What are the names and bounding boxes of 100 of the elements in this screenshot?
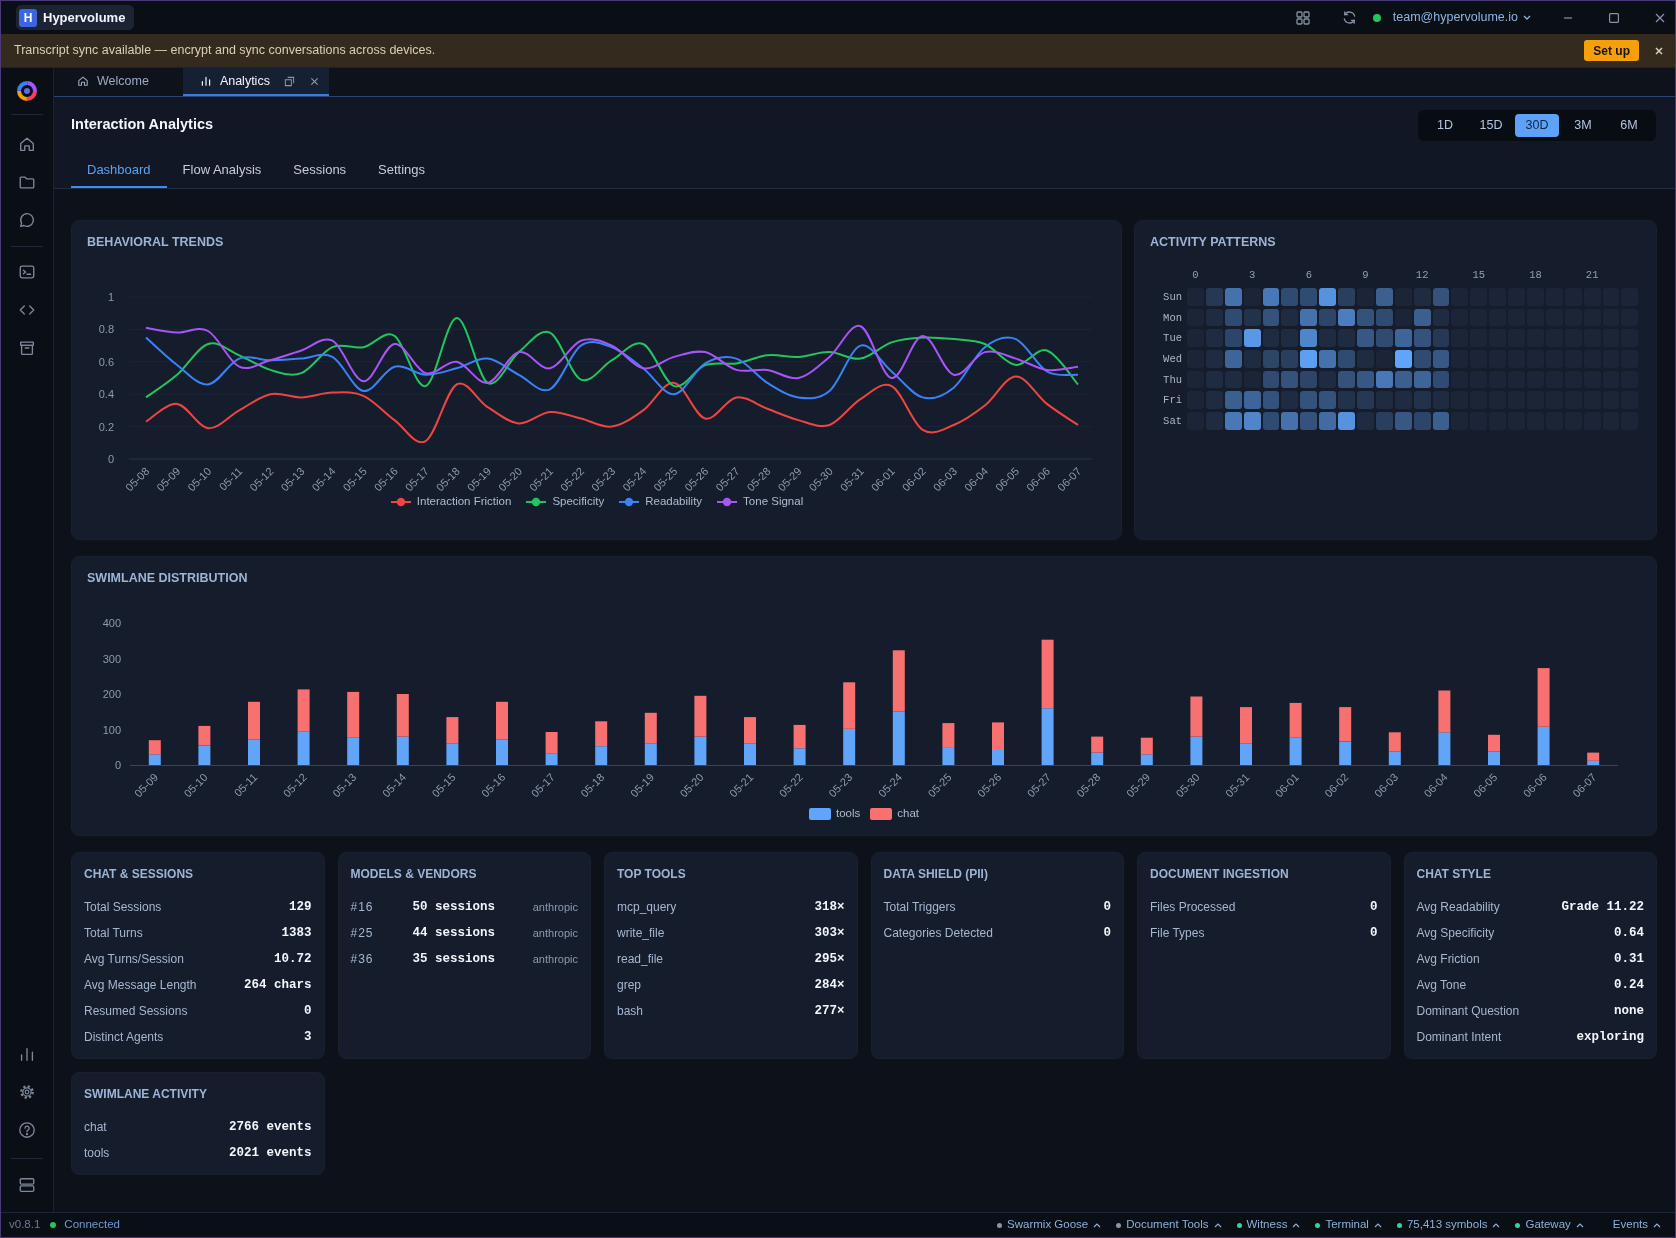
close-icon[interactable] — [309, 76, 319, 86]
range-button[interactable]: 3M — [1561, 113, 1605, 137]
stat-value: 129 — [289, 898, 312, 916]
stat-value: 0 — [1103, 924, 1111, 942]
card-title: SWIMLANE ACTIVITY — [84, 1086, 208, 1103]
card-title: MODELS & VENDORS — [350, 866, 478, 883]
home-icon[interactable] — [18, 135, 36, 153]
stat-label: Total Triggers — [883, 899, 956, 916]
status-item[interactable]: Gateway — [1515, 1216, 1584, 1234]
grid-icon[interactable] — [1295, 10, 1310, 25]
refresh-icon[interactable] — [1341, 10, 1357, 25]
nav-tab[interactable]: Flow Analysis — [166, 153, 278, 188]
stat-value: 303× — [814, 924, 845, 942]
stat-value: 295× — [814, 950, 845, 968]
caret-icon — [1523, 15, 1531, 20]
stat-label: File Types — [1150, 925, 1205, 942]
stat-label: Avg Specificity — [1416, 925, 1495, 942]
stat-label: write_file — [617, 925, 665, 942]
settings-icon[interactable] — [18, 1083, 36, 1101]
day-label: Sat — [1163, 413, 1183, 428]
status-dot-icon — [50, 1222, 57, 1228]
range-button[interactable]: 6M — [1607, 113, 1651, 137]
axis-label: 12 — [1415, 268, 1429, 282]
nav-tab[interactable]: Sessions — [277, 153, 363, 188]
caret-icon — [1492, 1222, 1501, 1228]
help-icon[interactable] — [18, 1121, 36, 1139]
stat-value: none — [1614, 1002, 1644, 1020]
bar-chart-icon[interactable] — [18, 1045, 36, 1063]
status-item[interactable]: 75,413 symbols — [1396, 1216, 1501, 1234]
version-label: v0.8.1 — [9, 1217, 41, 1233]
axis-label: 0.6 — [98, 355, 114, 368]
stat-label: Files Processed — [1150, 899, 1236, 916]
maximize-icon[interactable] — [1609, 12, 1619, 23]
editor-tab[interactable]: Analytics — [182, 68, 329, 96]
vendor-name: anthropic — [532, 925, 578, 941]
card-title: DATA SHIELD (PII) — [883, 866, 989, 883]
stat-value: 0.24 — [1614, 976, 1644, 994]
status-item[interactable]: Swarmix Goose — [997, 1216, 1102, 1234]
account-menu[interactable]: team@hypervolume.io — [1388, 8, 1535, 27]
stat-value: 277× — [814, 1002, 845, 1020]
stat-label: Categories Detected — [883, 925, 993, 942]
status-item[interactable]: Terminal — [1315, 1216, 1382, 1234]
editor-tab[interactable]: Welcome — [66, 68, 171, 96]
folder-icon[interactable] — [18, 173, 36, 191]
stat-label: Distinct Agents — [84, 1029, 164, 1046]
close-icon[interactable] — [1655, 46, 1663, 55]
caret-icon — [1575, 1222, 1584, 1228]
close-icon[interactable] — [1655, 12, 1665, 23]
restore-icon[interactable] — [283, 75, 295, 87]
day-label: Mon — [1163, 310, 1183, 325]
home-icon — [77, 75, 89, 87]
card-title: SWIMLANE DISTRIBUTION — [87, 570, 249, 587]
terminal-icon[interactable] — [18, 263, 36, 281]
stat-label: Dominant Question — [1416, 1003, 1520, 1020]
day-label: Thu — [1163, 372, 1183, 387]
stat-label: Avg Turns/Session — [84, 951, 184, 968]
status-item[interactable]: Document Tools — [1116, 1216, 1222, 1234]
legend-label: Interaction Friction — [416, 494, 512, 509]
caret-icon — [1292, 1222, 1301, 1228]
page-title: Interaction Analytics — [71, 115, 214, 135]
setup-button[interactable]: Set up — [1584, 40, 1639, 61]
axis-label: 0.2 — [98, 420, 114, 433]
card-title: CHAT & SESSIONS — [84, 866, 195, 883]
range-button[interactable]: 15D — [1469, 113, 1513, 137]
chat-icon[interactable] — [18, 211, 36, 229]
connection-status: Connected — [64, 1217, 120, 1233]
axis-label: 300 — [102, 652, 121, 665]
session-count: 44 sessions — [412, 924, 495, 942]
box-icon[interactable] — [18, 339, 36, 357]
nav-tab[interactable]: Settings — [362, 153, 442, 188]
model-rank: #16 — [350, 899, 375, 916]
day-label: Fri — [1163, 393, 1183, 408]
axis-label: 0 — [1192, 268, 1199, 282]
axis-label: 1 — [107, 291, 114, 303]
axis-label: 9 — [1362, 268, 1369, 282]
range-button[interactable]: 1D — [1423, 113, 1467, 137]
legend-label: chat — [897, 806, 919, 821]
server-icon[interactable] — [18, 1176, 36, 1194]
legend-label: Tone Signal — [743, 494, 804, 509]
stat-value: 284× — [814, 976, 845, 994]
day-label: Tue — [1163, 331, 1183, 346]
range-button[interactable]: 30D — [1515, 113, 1559, 137]
stat-label: Dominant Intent — [1416, 1029, 1502, 1046]
stat-value: 0 — [1103, 898, 1111, 916]
stat-value: 264 chars — [244, 976, 312, 994]
caret-icon — [1213, 1222, 1222, 1228]
stat-label: Total Sessions — [84, 899, 162, 916]
stat-label: Resumed Sessions — [84, 1003, 188, 1020]
status-item[interactable]: Witness — [1236, 1216, 1301, 1234]
logo-icon[interactable] — [15, 79, 39, 103]
axis-label: 0 — [114, 759, 121, 771]
caret-icon — [1373, 1222, 1382, 1228]
vendor-name: anthropic — [532, 899, 578, 915]
stat-value: 0 — [1370, 924, 1378, 942]
axis-label: 0.4 — [98, 388, 114, 401]
stat-value: 0.64 — [1614, 924, 1644, 942]
stat-value: 0 — [1370, 898, 1378, 916]
axis-label: 6 — [1305, 268, 1312, 282]
stat-value: 318× — [814, 898, 845, 916]
status-item[interactable]: Events — [1612, 1216, 1661, 1234]
